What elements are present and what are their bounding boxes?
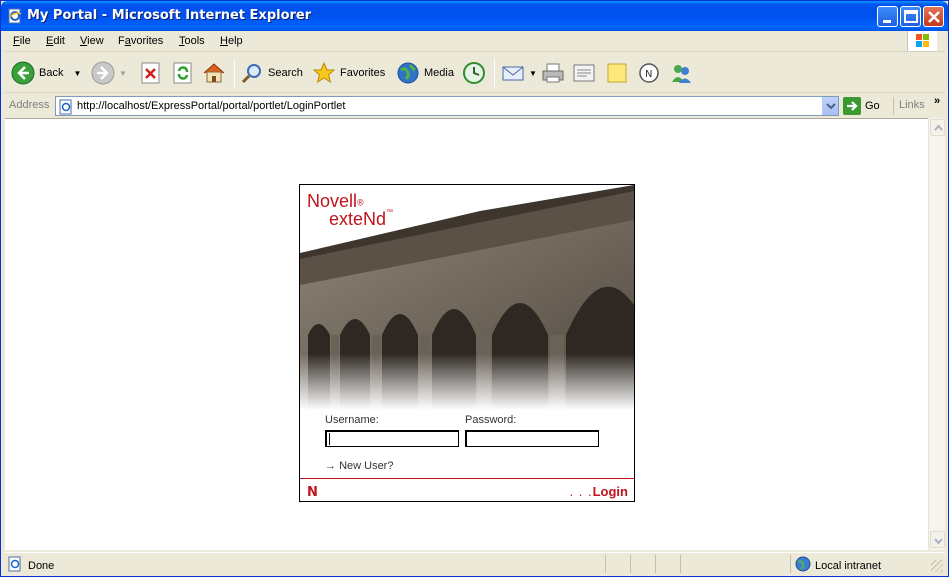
refresh-button[interactable] <box>171 59 195 87</box>
text-caret <box>329 433 330 445</box>
svg-text:N: N <box>645 69 652 80</box>
username-label: Username: <box>325 414 379 426</box>
search-icon <box>240 61 264 85</box>
extend-brand: exteNd™ <box>329 209 394 229</box>
window-title: My Portal - Microsoft Internet Explorer <box>27 8 312 23</box>
go-button[interactable]: Go <box>843 96 880 116</box>
password-label: Password: <box>465 414 517 426</box>
go-arrow-icon <box>843 97 861 115</box>
forward-arrow-icon <box>91 61 115 85</box>
favorites-button[interactable]: Favorites <box>312 59 385 87</box>
browser-window: My Portal - Microsoft Internet Explorer … <box>0 0 949 577</box>
address-input[interactable]: http://localhost/ExpressPortal/portal/po… <box>55 96 839 116</box>
login-portlet: Novell® exteNd™ Username: Password: → Ne… <box>299 184 635 502</box>
novell-n-logo: N <box>307 485 318 500</box>
login-button[interactable]: . . .Login <box>570 484 628 499</box>
resize-grip[interactable] <box>931 560 943 572</box>
print-button[interactable] <box>541 59 565 87</box>
minimize-button[interactable] <box>877 6 898 27</box>
back-dropdown-icon[interactable]: ▼ <box>73 69 81 78</box>
novell-n-icon: N <box>637 61 661 85</box>
menu-favorites[interactable]: Favorites <box>118 35 163 47</box>
status-text: Done <box>7 556 54 575</box>
edit-page-icon <box>572 61 596 85</box>
address-url: http://localhost/ExpressPortal/portal/po… <box>77 100 346 112</box>
page-icon <box>58 99 74 115</box>
chevron-down-icon <box>826 103 836 110</box>
standard-toolbar: Back ▼ ▼ Search Favorites Media ▼ N <box>5 53 945 93</box>
page-done-icon <box>7 556 23 575</box>
links-separator <box>893 97 894 115</box>
address-bar: Address http://localhost/ExpressPortal/p… <box>5 95 945 117</box>
mail-icon <box>501 61 525 85</box>
edit-button[interactable] <box>572 59 596 87</box>
status-cell <box>790 555 791 573</box>
address-label: Address <box>9 99 50 111</box>
status-cell <box>655 555 656 573</box>
toolbar-separator <box>494 59 495 87</box>
messenger-icon <box>669 61 693 85</box>
ie-page-icon <box>7 8 23 24</box>
menu-tools[interactable]: Tools <box>179 35 205 47</box>
forward-button[interactable]: ▼ <box>91 59 127 87</box>
security-zone: Local intranet <box>795 556 881 575</box>
status-cell <box>605 555 606 573</box>
go-label: Go <box>865 100 880 112</box>
close-button[interactable] <box>923 6 944 27</box>
media-label: Media <box>424 67 454 79</box>
back-label: Back <box>39 67 64 79</box>
back-button[interactable]: Back ▼ <box>11 59 81 87</box>
footer-divider <box>300 478 634 479</box>
media-globe-icon <box>396 61 420 85</box>
new-user-link[interactable]: → New User? <box>325 460 393 472</box>
intranet-globe-icon <box>795 556 811 575</box>
note-icon <box>605 61 629 85</box>
links-more-icon[interactable]: » <box>934 95 940 107</box>
scroll-down-button[interactable] <box>930 531 945 548</box>
arrow-right-icon: → <box>325 460 336 472</box>
search-label: Search <box>268 67 303 79</box>
forward-dropdown-icon[interactable]: ▼ <box>119 69 127 78</box>
menu-help[interactable]: Help <box>220 35 243 47</box>
history-button[interactable] <box>462 59 486 87</box>
printer-icon <box>541 61 565 85</box>
menu-view[interactable]: View <box>80 35 104 47</box>
messenger-button[interactable] <box>669 59 693 87</box>
search-button[interactable]: Search <box>240 59 303 87</box>
star-icon <box>312 61 336 85</box>
password-field[interactable] <box>465 430 599 447</box>
favorites-label: Favorites <box>340 67 386 79</box>
username-field[interactable] <box>325 430 459 447</box>
home-button[interactable] <box>202 59 226 87</box>
status-bar: Done Local intranet <box>5 552 945 574</box>
windows-logo-icon <box>907 31 937 51</box>
stop-icon <box>139 61 163 85</box>
menu-file[interactable]: File <box>13 35 31 47</box>
mail-dropdown-icon[interactable]: ▼ <box>529 69 537 78</box>
title-bar[interactable]: My Portal - Microsoft Internet Explorer <box>1 1 948 31</box>
status-cell <box>630 555 631 573</box>
stop-button[interactable] <box>139 59 163 87</box>
discuss-button[interactable] <box>605 59 629 87</box>
new-user-label: New User? <box>339 460 394 472</box>
refresh-icon <box>171 61 195 85</box>
back-arrow-icon <box>11 61 35 85</box>
menu-edit[interactable]: Edit <box>46 35 65 47</box>
novell-button[interactable]: N <box>637 59 661 87</box>
scroll-up-button[interactable] <box>930 119 945 136</box>
home-icon <box>202 61 226 85</box>
status-cell <box>680 555 681 573</box>
vertical-scrollbar[interactable] <box>928 118 945 550</box>
media-button[interactable]: Media <box>396 59 454 87</box>
history-clock-icon <box>462 61 486 85</box>
mail-button[interactable]: ▼ <box>501 59 537 87</box>
links-button[interactable]: Links <box>899 99 925 111</box>
menu-bar: File Edit View Favorites Tools Help <box>5 31 945 52</box>
maximize-button[interactable] <box>900 6 921 27</box>
page-content: Novell® exteNd™ Username: Password: → Ne… <box>5 118 928 550</box>
toolbar-separator <box>234 59 235 87</box>
address-dropdown-button[interactable] <box>822 97 838 115</box>
